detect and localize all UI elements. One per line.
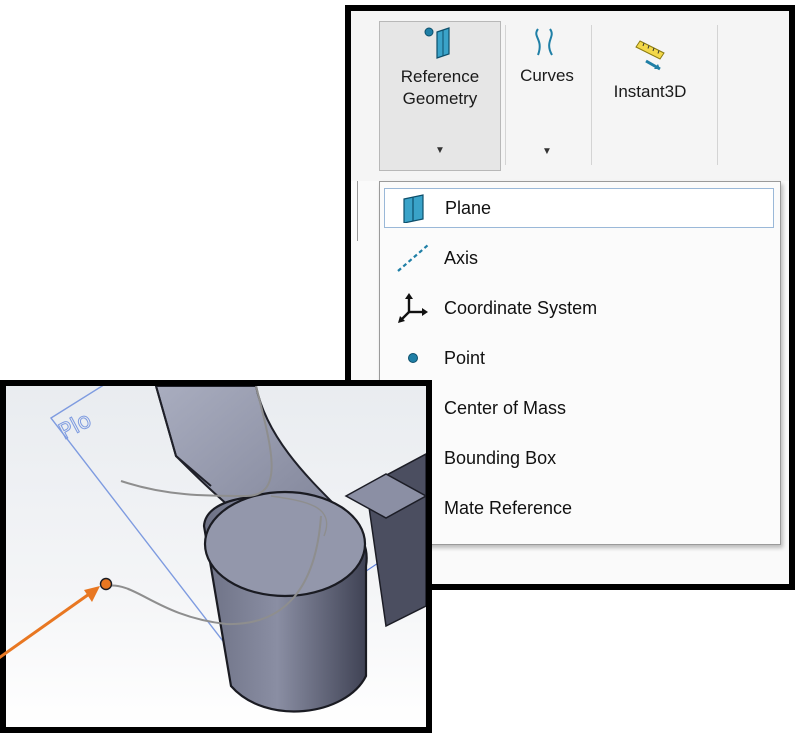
- ribbon-separator: [717, 25, 718, 165]
- point-icon: [394, 341, 432, 375]
- ribbon-separator: [505, 25, 506, 165]
- menu-item-axis[interactable]: Axis: [384, 238, 774, 278]
- menu-item-center-of-mass[interactable]: Center of Mass: [384, 388, 774, 428]
- ribbon-separator: [591, 25, 592, 165]
- model-render: Plo: [49, 386, 426, 713]
- curves-button[interactable]: Curves ▼: [509, 21, 585, 171]
- curves-label: Curves: [520, 66, 574, 85]
- plane-icon: [395, 191, 433, 225]
- reference-geometry-label: Reference Geometry: [400, 67, 480, 108]
- menu-item-label: Coordinate System: [444, 297, 598, 318]
- curves-icon: [535, 28, 553, 56]
- instant3d-button[interactable]: Instant3D: [595, 21, 705, 171]
- reference-geometry-button[interactable]: Reference Geometry ▼: [379, 21, 501, 171]
- axis-icon: [394, 241, 432, 275]
- instant3d-icon: [635, 40, 665, 71]
- menu-item-coordinate-system[interactable]: Coordinate System: [384, 288, 774, 328]
- feature-tree-edge: [351, 181, 358, 241]
- instant3d-label: Instant3D: [613, 82, 687, 101]
- menu-item-plane[interactable]: Plane: [384, 188, 774, 228]
- model-viewport-inset: Plo: [0, 380, 432, 733]
- menu-item-bounding-box[interactable]: Bounding Box: [384, 438, 774, 478]
- menu-item-mate-reference[interactable]: Mate Reference: [384, 488, 774, 528]
- menu-item-label: Center of Mass: [444, 397, 567, 418]
- reference-geometry-dropdown: Plane Axis Coordinate System Point Cente…: [379, 181, 781, 545]
- graphics-area[interactable]: Plo: [6, 386, 426, 727]
- command-manager-ribbon: Reference Geometry ▼ Curves ▼ Instant3D: [351, 11, 789, 181]
- menu-item-label: Bounding Box: [444, 447, 557, 468]
- menu-item-label: Mate Reference: [444, 497, 573, 518]
- coordinate-system-icon: [394, 291, 432, 325]
- chevron-down-icon[interactable]: ▼: [380, 140, 500, 162]
- cylinder-top: [203, 490, 367, 598]
- reference-geometry-icon: [424, 27, 450, 59]
- reference-point-marker[interactable]: [99, 577, 113, 591]
- plane-label: Plo: [55, 408, 96, 445]
- menu-item-label: Plane: [445, 197, 492, 218]
- menu-item-point[interactable]: Point: [384, 338, 774, 378]
- chevron-down-icon[interactable]: ▼: [509, 141, 585, 163]
- menu-item-label: Axis: [444, 247, 479, 268]
- menu-item-label: Point: [444, 347, 486, 368]
